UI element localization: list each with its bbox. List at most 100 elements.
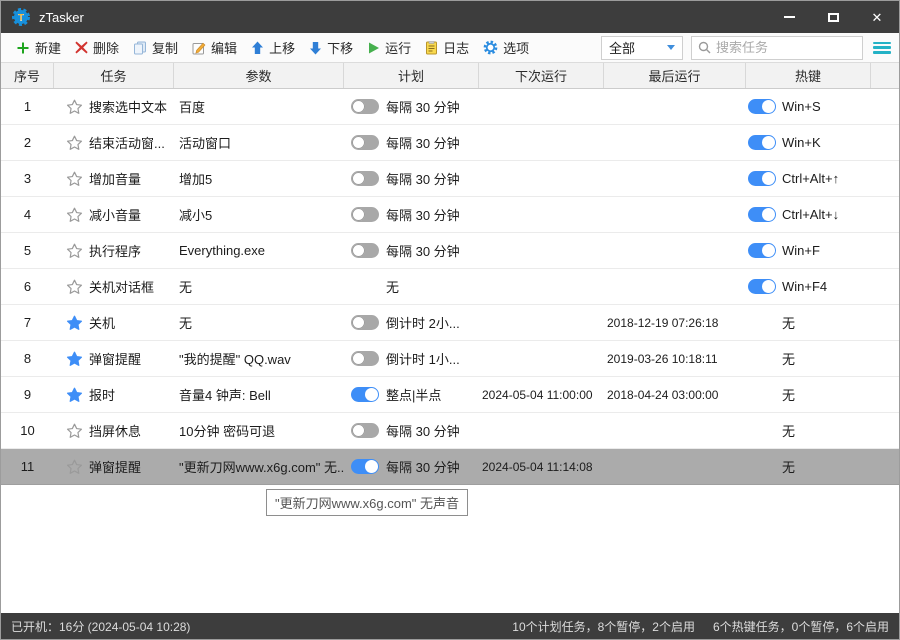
column-header-task[interactable]: 任务 <box>54 63 174 88</box>
schedule-cell: 每隔 30 分钟 <box>344 449 479 484</box>
next-run-cell <box>479 305 604 340</box>
table-header: 序号 任务 参数 计划 下次运行 最后运行 热键 <box>1 63 899 89</box>
column-header-nextrun[interactable]: 下次运行 <box>479 63 604 88</box>
table-row[interactable]: 6 关机对话框 无 无 Win+F4 <box>1 269 899 305</box>
close-button[interactable]: ✕ <box>855 1 899 33</box>
row-number: 3 <box>23 171 32 186</box>
hotkey-toggle[interactable] <box>748 171 776 186</box>
minimize-icon <box>783 16 795 18</box>
table-row[interactable]: 7 关机 无 倒计时 2小... 2018-12-19 07:26:18 无 <box>1 305 899 341</box>
star-outline-icon[interactable] <box>66 279 83 295</box>
hotkey-toggle[interactable] <box>748 279 776 294</box>
hotkey-cell: 无 <box>746 305 871 340</box>
last-run-cell <box>604 125 746 160</box>
star-outline-icon[interactable] <box>66 99 83 115</box>
schedule-toggle[interactable] <box>351 423 379 438</box>
app-window: T T zTasker ✕ 新建 删除 复制 编辑 上移 下移 运行 日志 选项… <box>0 0 900 640</box>
star-outline-icon[interactable] <box>66 459 83 475</box>
star-outline-icon[interactable] <box>66 423 83 439</box>
schedule-toggle[interactable] <box>351 243 379 258</box>
schedule-toggle[interactable] <box>351 387 379 402</box>
schedule-text: 每隔 30 分钟 <box>386 136 460 151</box>
view-list-icon[interactable] <box>873 40 891 56</box>
next-run-cell <box>479 161 604 196</box>
task-table-body: 1 搜索选中文本 百度 每隔 30 分钟 Win+S 2 结束活动窗... 活动窗口 每隔 … <box>1 89 899 613</box>
table-row[interactable]: 3 增加音量 增加5 每隔 30 分钟 Ctrl+Alt+↑ <box>1 161 899 197</box>
table-row[interactable]: 8 弹窗提醒 "我的提醒" QQ.wav 倒计时 1小... 2019-03-26 1… <box>1 341 899 377</box>
task-cell: 搜索选中文本 <box>54 89 174 124</box>
schedule-cell: 每隔 30 分钟 <box>344 125 479 160</box>
star-filled-icon[interactable] <box>66 351 83 367</box>
task-cell: 增加音量 <box>54 161 174 196</box>
filter-dropdown[interactable]: 全部 <box>601 35 683 60</box>
schedule-toggle[interactable] <box>351 171 379 186</box>
hotkey-toggle[interactable] <box>748 243 776 258</box>
table-row[interactable]: 2 结束活动窗... 活动窗口 每隔 30 分钟 Win+K <box>1 125 899 161</box>
star-outline-icon[interactable] <box>66 207 83 223</box>
copy-task-button[interactable]: 复制 <box>126 35 185 61</box>
move-down-label: 下移 <box>327 41 354 56</box>
last-run-cell <box>604 269 746 304</box>
task-name: 结束活动窗... <box>89 136 165 151</box>
next-run-cell: 2024-05-04 11:00:00 <box>482 387 593 402</box>
column-header-no[interactable]: 序号 <box>1 63 54 88</box>
schedule-toggle[interactable] <box>351 135 379 150</box>
hotkey-cell: 无 <box>746 413 871 448</box>
params-cell: 无 <box>179 280 193 295</box>
new-task-button[interactable]: 新建 <box>9 35 68 61</box>
table-row[interactable]: 5 执行程序 Everything.exe 每隔 30 分钟 Win+F <box>1 233 899 269</box>
last-run-cell: 2018-04-24 03:00:00 <box>607 387 719 402</box>
hotkey-toggle[interactable] <box>748 207 776 222</box>
delete-task-button[interactable]: 删除 <box>68 35 126 61</box>
task-name: 搜索选中文本 <box>89 100 168 115</box>
hotkey-toggle[interactable] <box>748 135 776 150</box>
plus-icon <box>17 42 29 53</box>
last-run-cell <box>604 413 746 448</box>
table-row[interactable]: 11 弹窗提醒 "更新刀网www.x6g.com" 无... 每隔 30 分钟 202… <box>1 449 899 485</box>
down-icon <box>310 41 322 54</box>
maximize-button[interactable] <box>811 1 855 33</box>
run-task-button[interactable]: 运行 <box>360 35 418 61</box>
move-up-label: 上移 <box>269 41 296 56</box>
params-cell: 增加5 <box>179 172 213 187</box>
schedule-toggle[interactable] <box>351 99 379 114</box>
schedule-toggle[interactable] <box>351 207 379 222</box>
schedule-text: 每隔 30 分钟 <box>386 460 460 475</box>
row-number: 1 <box>23 99 32 114</box>
hotkey-cell: Ctrl+Alt+↓ <box>746 197 871 232</box>
schedule-cell: 整点|半点 <box>344 377 479 412</box>
task-cell: 关机对话框 <box>54 269 174 304</box>
table-row[interactable]: 1 搜索选中文本 百度 每隔 30 分钟 Win+S <box>1 89 899 125</box>
move-up-button[interactable]: 上移 <box>244 35 302 61</box>
column-header-schedule[interactable]: 计划 <box>344 63 479 88</box>
search-input[interactable] <box>716 40 836 55</box>
move-down-button[interactable]: 下移 <box>302 35 360 61</box>
star-outline-icon[interactable] <box>66 243 83 259</box>
edit-task-button[interactable]: 编辑 <box>185 35 244 61</box>
star-filled-icon[interactable] <box>66 315 83 331</box>
options-button[interactable]: 选项 <box>476 35 536 61</box>
minimize-button[interactable] <box>767 1 811 33</box>
schedule-cell: 每隔 30 分钟 <box>344 89 479 124</box>
star-outline-icon[interactable] <box>66 135 83 151</box>
app-logo-icon: T T <box>12 8 30 26</box>
column-header-hotkey[interactable]: 热键 <box>746 63 871 88</box>
table-row[interactable]: 10 挡屏休息 10分钟 密码可退 每隔 30 分钟 无 <box>1 413 899 449</box>
schedule-cell: 每隔 30 分钟 <box>344 161 479 196</box>
star-outline-icon[interactable] <box>66 171 83 187</box>
star-filled-icon[interactable] <box>66 387 83 403</box>
column-header-params[interactable]: 参数 <box>174 63 344 88</box>
hotkey-text: 无 <box>782 316 796 331</box>
column-header-lastrun[interactable]: 最后运行 <box>604 63 746 88</box>
table-row[interactable]: 4 减小音量 减小5 每隔 30 分钟 Ctrl+Alt+↓ <box>1 197 899 233</box>
extra-cell <box>871 269 899 304</box>
task-name: 增加音量 <box>89 172 142 187</box>
schedule-toggle[interactable] <box>351 459 379 474</box>
hotkey-task-summary: 6个热键任务，0个暂停，6个启用 <box>712 619 889 634</box>
schedule-toggle[interactable] <box>351 351 379 366</box>
params-cell: 减小5 <box>179 208 213 223</box>
log-button[interactable]: 日志 <box>418 35 476 61</box>
table-row[interactable]: 9 报时 音量4 钟声: Bell 整点|半点 2024-05-04 11:00:00… <box>1 377 899 413</box>
hotkey-toggle[interactable] <box>748 99 776 114</box>
schedule-toggle[interactable] <box>351 315 379 330</box>
